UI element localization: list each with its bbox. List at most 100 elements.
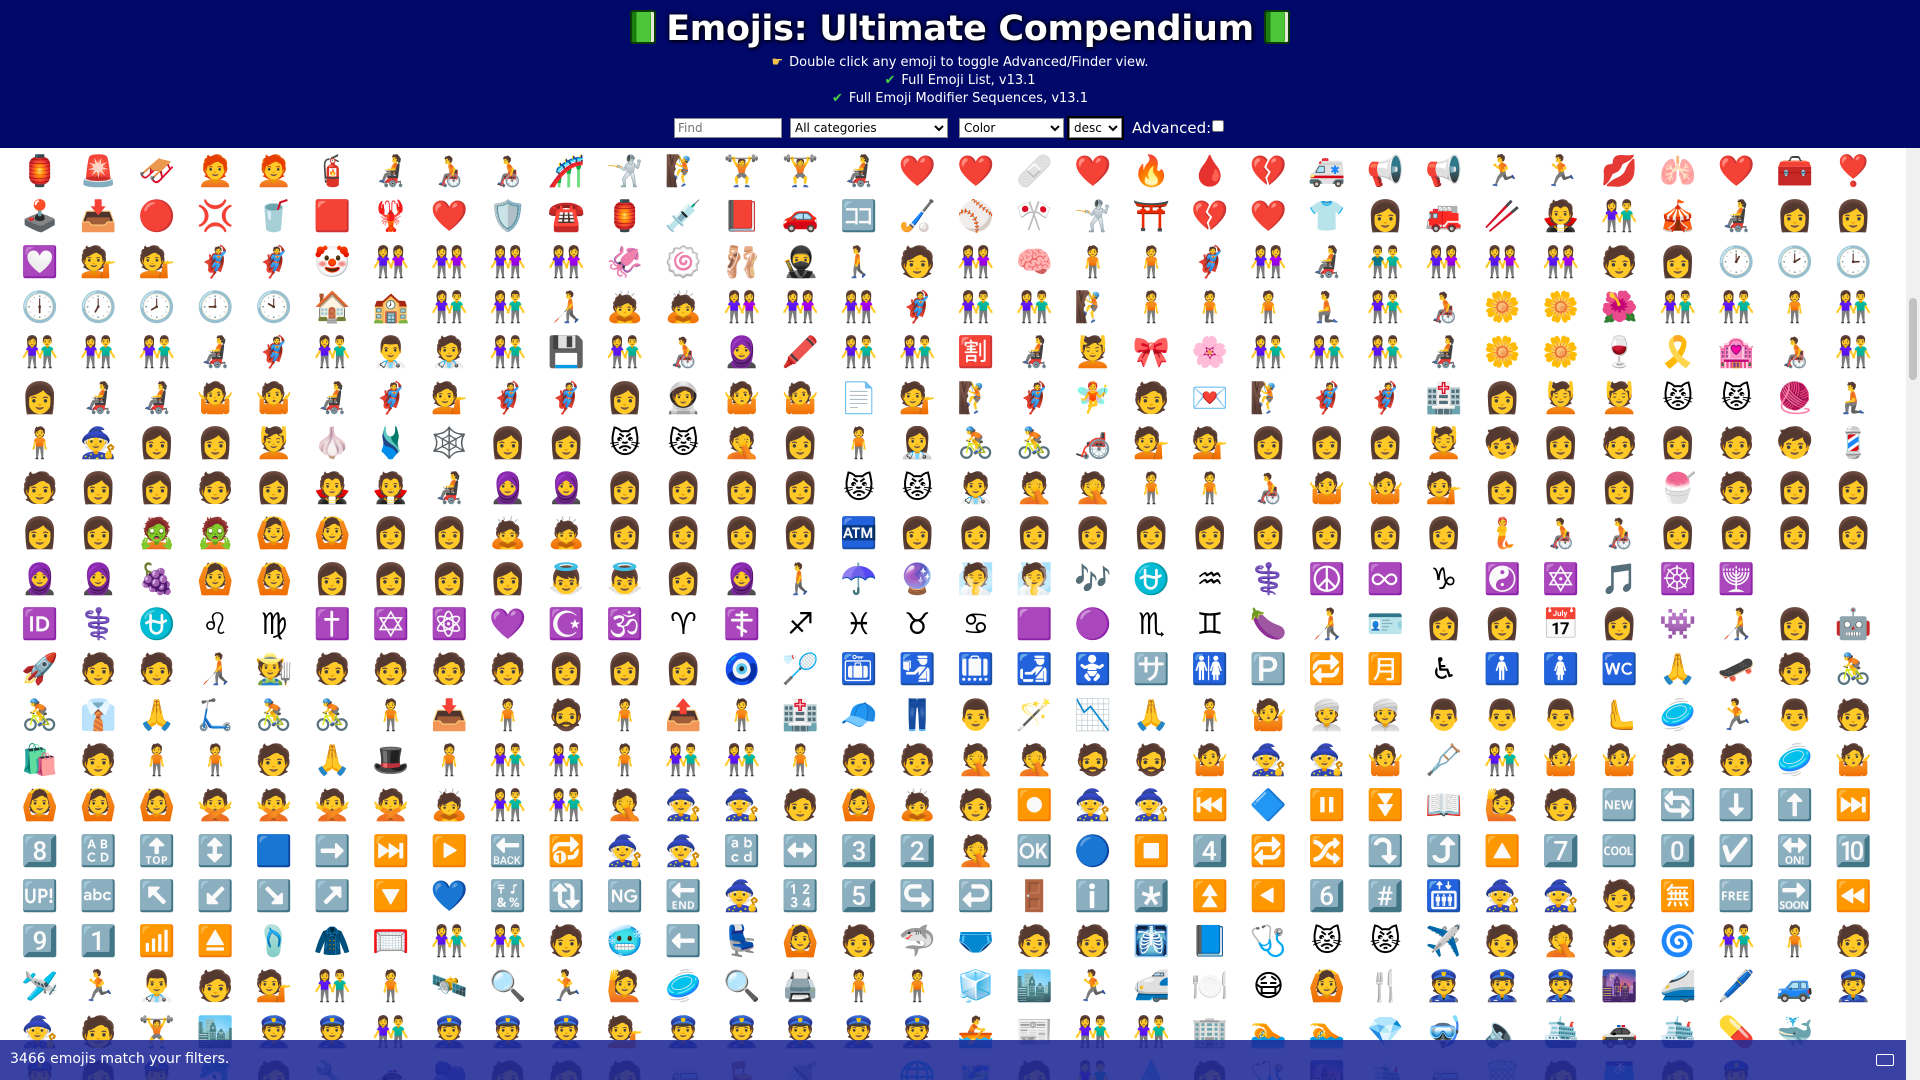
emoji-cell[interactable]: 🧟 — [194, 514, 238, 554]
emoji-cell[interactable]: 👾 — [1656, 605, 1700, 645]
emoji-cell[interactable]: 😾 — [1656, 379, 1700, 419]
emoji-cell[interactable]: 💔 — [1188, 197, 1232, 237]
emoji-cell[interactable]: 👫 — [1715, 922, 1759, 962]
emoji-cell[interactable]: 🧑 — [1598, 877, 1642, 917]
emoji-cell[interactable]: 🙋 — [603, 967, 647, 1007]
emoji-cell[interactable]: 👭 — [1247, 243, 1291, 283]
emoji-cell[interactable]: 🧑‍🦼 — [1013, 333, 1057, 373]
emoji-cell[interactable]: 🧍 — [1130, 469, 1174, 509]
emoji-cell[interactable]: 👨‍⚕️ — [135, 967, 179, 1007]
emoji-cell[interactable]: 🚴 — [252, 696, 296, 736]
emoji-cell[interactable]: 🏸 — [779, 650, 823, 690]
emoji-cell[interactable]: 📥 — [77, 197, 121, 237]
emoji-cell[interactable]: 🧍 — [1247, 288, 1291, 328]
emoji-cell[interactable]: 👩 — [1247, 424, 1291, 464]
emoji-cell[interactable]: 👫 — [1364, 288, 1408, 328]
emoji-cell[interactable]: 🧑‍🦼 — [1715, 197, 1759, 237]
emoji-cell[interactable]: 👩 — [603, 650, 647, 690]
emoji-cell[interactable]: 🤦 — [1071, 469, 1115, 509]
emoji-cell[interactable]: 🚗 — [779, 197, 823, 237]
vertical-scrollbar[interactable] — [1906, 148, 1920, 1080]
emoji-cell[interactable]: 🤦 — [954, 741, 998, 781]
emoji-cell[interactable]: 8️⃣ — [18, 832, 62, 872]
emoji-cell[interactable]: 🧍 — [18, 424, 62, 464]
emoji-cell[interactable]: 🙆 — [18, 786, 62, 826]
emoji-cell[interactable]: 🧰 — [1773, 152, 1817, 192]
emoji-cell[interactable]: ✝️ — [311, 605, 355, 645]
emoji-cell[interactable]: 👩 — [369, 514, 413, 554]
emoji-cell[interactable]: 👩 — [545, 650, 589, 690]
emoji-cell[interactable]: 🕑 — [1773, 243, 1817, 283]
emoji-cell[interactable]: 🛡️ — [486, 197, 530, 237]
emoji-cell[interactable]: 🏩 — [1715, 333, 1759, 373]
emoji-cell[interactable]: ☸️ — [1656, 560, 1700, 600]
emoji-cell[interactable]: 🚹 — [1481, 650, 1525, 690]
emoji-cell[interactable]: 🤷 — [1539, 741, 1583, 781]
emoji-cell[interactable]: 👭 — [720, 288, 764, 328]
emoji-cell[interactable]: 🧟 — [135, 514, 179, 554]
emoji-cell[interactable]: ▶️ — [428, 832, 472, 872]
emoji-cell[interactable]: ♑ — [1422, 560, 1466, 600]
emoji-cell[interactable]: 🤷 — [1832, 741, 1876, 781]
emoji-cell[interactable]: 👨 — [1481, 696, 1525, 736]
emoji-cell[interactable]: 👮 — [1422, 967, 1466, 1007]
emoji-cell[interactable]: 🙆 — [77, 786, 121, 826]
emoji-cell[interactable]: 🫁 — [1656, 152, 1700, 192]
emoji-cell[interactable]: 🏫 — [369, 288, 413, 328]
emoji-cell[interactable]: 🔛 — [1773, 832, 1817, 872]
emoji-cell[interactable]: ⏹️ — [1130, 832, 1174, 872]
emoji-cell[interactable]: 🧛 — [311, 469, 355, 509]
emoji-cell[interactable]: 👩 — [1130, 514, 1174, 554]
emoji-cell[interactable]: 🎢 — [545, 152, 589, 192]
emoji-cell[interactable]: 🦸 — [1188, 243, 1232, 283]
emoji-cell[interactable]: 🧑 — [545, 922, 589, 962]
emoji-cell[interactable]: 🚶 — [779, 560, 823, 600]
emoji-cell[interactable]: 🤷 — [1188, 741, 1232, 781]
emoji-cell[interactable]: 🧍 — [603, 741, 647, 781]
emoji-cell[interactable]: 🙆 — [837, 786, 881, 826]
emoji-cell[interactable]: 🏃 — [1481, 152, 1525, 192]
emoji-cell[interactable]: 🧕 — [77, 560, 121, 600]
emoji-cell[interactable]: 🏋️ — [720, 152, 764, 192]
emoji-cell[interactable]: ◀️ — [1247, 877, 1291, 917]
emoji-cell[interactable]: ❤️ — [1071, 152, 1115, 192]
emoji-cell[interactable]: 👫 — [1598, 197, 1642, 237]
emoji-cell[interactable]: 🤷 — [1247, 696, 1291, 736]
emoji-cell[interactable]: 🤷 — [1364, 469, 1408, 509]
emoji-cell[interactable]: 🧙 — [1071, 786, 1115, 826]
emoji-cell[interactable]: 🧍 — [1130, 288, 1174, 328]
emoji-cell[interactable]: 🆔 — [18, 605, 62, 645]
emoji-cell[interactable]: 🦸 — [1305, 379, 1349, 419]
emoji-cell[interactable]: 🤺 — [1071, 197, 1115, 237]
emoji-cell[interactable]: 🔤 — [77, 877, 121, 917]
emoji-cell[interactable]: 🍥 — [662, 243, 706, 283]
emoji-cell[interactable]: 🍇 — [135, 560, 179, 600]
emoji-cell[interactable]: 👭 — [1422, 243, 1466, 283]
emoji-cell[interactable]: ⛩️ — [1130, 197, 1174, 237]
emoji-cell[interactable]: 🏮 — [603, 197, 647, 237]
emoji-cell[interactable]: 👫 — [896, 333, 940, 373]
emoji-cell[interactable]: 🏥 — [779, 696, 823, 736]
emoji-cell[interactable]: 🦸 — [486, 379, 530, 419]
emoji-cell[interactable]: 🤺 — [603, 152, 647, 192]
emoji-cell[interactable]: 🚪 — [1013, 877, 1057, 917]
emoji-cell[interactable]: 👫 — [662, 741, 706, 781]
emoji-cell[interactable]: ⏭️ — [1832, 786, 1876, 826]
emoji-cell[interactable]: 🩸 — [1188, 152, 1232, 192]
emoji-cell[interactable]: ⛎ — [1130, 560, 1174, 600]
emoji-cell[interactable]: 🧑‍🦽 — [1773, 333, 1817, 373]
emoji-cell[interactable]: 🧯 — [311, 152, 355, 192]
emoji-cell[interactable]: 👫 — [135, 333, 179, 373]
emoji-cell[interactable]: 🧍 — [194, 741, 238, 781]
emoji-cell[interactable]: 🧔 — [1071, 741, 1115, 781]
emoji-cell[interactable]: 🦞 — [369, 197, 413, 237]
emoji-cell[interactable]: 🧑 — [779, 786, 823, 826]
emoji-cell[interactable]: 🏠 — [311, 288, 355, 328]
emoji-cell[interactable]: 🕖 — [77, 288, 121, 328]
emoji-cell[interactable]: 👩 — [135, 424, 179, 464]
emoji-cell[interactable]: 👫 — [77, 333, 121, 373]
emoji-cell[interactable]: 🍷 — [1598, 333, 1642, 373]
emoji-cell[interactable]: 🔜 — [1773, 877, 1817, 917]
emoji-cell[interactable]: 🧍 — [486, 696, 530, 736]
emoji-cell[interactable]: ⏪ — [1832, 877, 1876, 917]
